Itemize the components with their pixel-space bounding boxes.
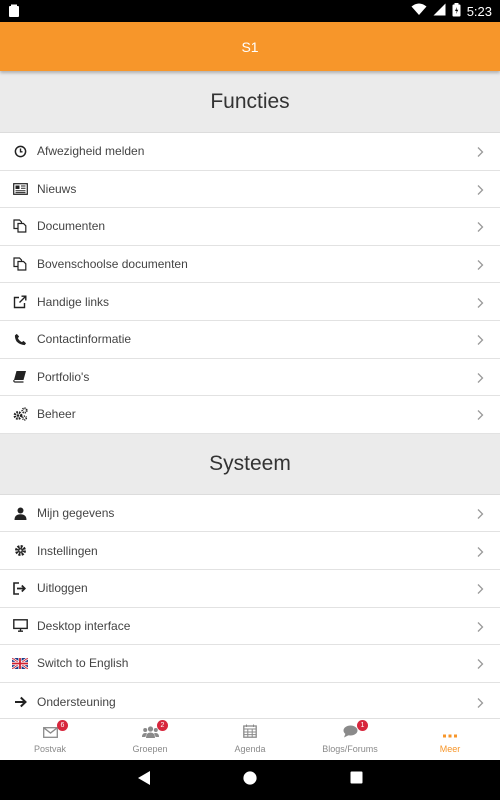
user-icon xyxy=(12,505,28,521)
newspaper-icon xyxy=(12,181,28,197)
menu-item-contactinformatie[interactable]: Contactinformatie xyxy=(0,320,500,359)
menu-label: Handige links xyxy=(37,294,110,309)
menu-label: Bovenschoolse documenten xyxy=(37,257,188,272)
system-navigation-bar xyxy=(0,760,500,800)
unread-badge: 2 xyxy=(157,719,168,731)
nav-item-meer[interactable]: Meer xyxy=(400,719,500,760)
envelope-icon xyxy=(42,725,58,743)
menu-label: Switch to English xyxy=(37,656,129,671)
menu-label: Mijn gegevens xyxy=(37,506,115,521)
nav-item-groepen[interactable]: 2 Groepen xyxy=(100,719,200,760)
menu-label: Desktop interface xyxy=(37,618,131,633)
logout-icon xyxy=(12,580,28,596)
section-header-functies: Functies xyxy=(0,71,500,133)
nav-label: Meer xyxy=(439,743,461,754)
back-button[interactable] xyxy=(91,760,197,800)
screen: 5:23 S1 Functies Afwezigheid melden Nieu… xyxy=(0,0,500,800)
phone-icon xyxy=(12,331,28,347)
recents-button[interactable] xyxy=(303,760,409,800)
chevron-right-icon xyxy=(474,220,486,233)
nav-item-agenda[interactable]: Agenda xyxy=(200,719,300,760)
clock-icon xyxy=(12,143,28,159)
arrow-right-icon xyxy=(12,694,28,710)
wifi-icon xyxy=(411,3,427,19)
menu-item-handige-links[interactable]: Handige links xyxy=(0,283,500,321)
chevron-right-icon xyxy=(474,545,486,557)
notification-icon xyxy=(8,4,20,18)
chevron-right-icon xyxy=(474,620,486,632)
section-header-systeem: Systeem xyxy=(0,432,500,495)
chevron-right-icon xyxy=(474,333,486,346)
section-title: Functies xyxy=(210,89,290,113)
chevron-right-icon xyxy=(474,296,486,308)
signal-icon xyxy=(433,3,446,19)
menu-label: Afwezigheid melden xyxy=(37,144,145,159)
home-circle-icon xyxy=(242,770,258,791)
chevron-right-icon xyxy=(474,582,486,595)
menu-content[interactable]: Functies Afwezigheid melden Nieuws Docum… xyxy=(0,71,500,718)
chevron-right-icon xyxy=(474,371,486,383)
recents-square-icon xyxy=(350,771,363,789)
menu-item-afwezigheid-melden[interactable]: Afwezigheid melden xyxy=(0,133,500,171)
comment-icon xyxy=(343,725,358,743)
menu-item-beheer[interactable]: Beheer xyxy=(0,396,500,434)
book-icon xyxy=(12,369,28,385)
home-button[interactable] xyxy=(197,760,303,800)
menu-label: Ondersteuning xyxy=(37,694,116,709)
battery-icon xyxy=(452,2,461,20)
menu-label: Contactinformatie xyxy=(37,332,132,347)
status-bar: 5:23 xyxy=(0,0,500,22)
menu-item-documenten[interactable]: Documenten xyxy=(0,208,500,246)
uk-flag-icon xyxy=(12,655,28,671)
back-triangle-icon xyxy=(137,770,151,791)
nav-label: Blogs/Forums xyxy=(322,743,378,754)
menu-item-nieuws[interactable]: Nieuws xyxy=(0,170,500,209)
group-icon xyxy=(141,725,159,743)
menu-item-desktop-interface[interactable]: Desktop interface xyxy=(0,607,500,646)
menu-label: Beheer xyxy=(37,407,76,422)
section-title: Systeem xyxy=(209,451,291,475)
chevron-right-icon xyxy=(474,657,486,670)
menu-label: Instellingen xyxy=(37,543,98,558)
more-icon xyxy=(443,725,457,743)
menu-item-ondersteuning[interactable]: Ondersteuning xyxy=(0,682,500,718)
status-time: 5:23 xyxy=(466,3,492,19)
bottom-navigation: 6 Postvak 2 Groepen Agenda 1 Blogs/Forum… xyxy=(0,718,500,760)
gear-icon xyxy=(12,543,28,559)
menu-label: Uitloggen xyxy=(37,581,88,596)
chevron-right-icon xyxy=(474,696,486,708)
unread-badge: 6 xyxy=(57,719,68,731)
menu-item-switch-to-english[interactable]: Switch to English xyxy=(0,645,500,683)
documents-icon xyxy=(12,256,28,272)
nav-item-blogs-forums[interactable]: 1 Blogs/Forums xyxy=(300,719,400,760)
menu-item-uitloggen[interactable]: Uitloggen xyxy=(0,569,500,608)
external-link-icon xyxy=(12,294,28,310)
chevron-right-icon xyxy=(474,507,486,520)
desktop-icon xyxy=(12,618,28,634)
menu-item-bovenschoolse-documenten[interactable]: Bovenschoolse documenten xyxy=(0,245,500,284)
nav-label: Postvak xyxy=(33,743,66,754)
chevron-right-icon xyxy=(474,183,486,195)
menu-label: Nieuws xyxy=(37,181,77,196)
app-bar: S1 xyxy=(0,22,500,71)
calendar-icon xyxy=(243,724,257,743)
chevron-right-icon xyxy=(474,258,486,271)
menu-item-mijn-gegevens[interactable]: Mijn gegevens xyxy=(0,494,500,533)
app-title: S1 xyxy=(241,38,259,55)
menu-item-portfolios[interactable]: Portfolio's xyxy=(0,358,500,397)
chevron-right-icon xyxy=(474,145,486,158)
cogs-icon xyxy=(12,406,28,422)
menu-label: Portfolio's xyxy=(37,369,90,384)
chevron-right-icon xyxy=(474,408,486,421)
nav-label: Agenda xyxy=(234,743,266,754)
unread-badge: 1 xyxy=(357,719,368,731)
nav-label: Groepen xyxy=(132,743,168,754)
documents-icon xyxy=(12,218,28,234)
nav-item-postvak[interactable]: 6 Postvak xyxy=(0,719,100,760)
menu-label: Documenten xyxy=(37,219,106,234)
menu-item-instellingen[interactable]: Instellingen xyxy=(0,532,500,570)
